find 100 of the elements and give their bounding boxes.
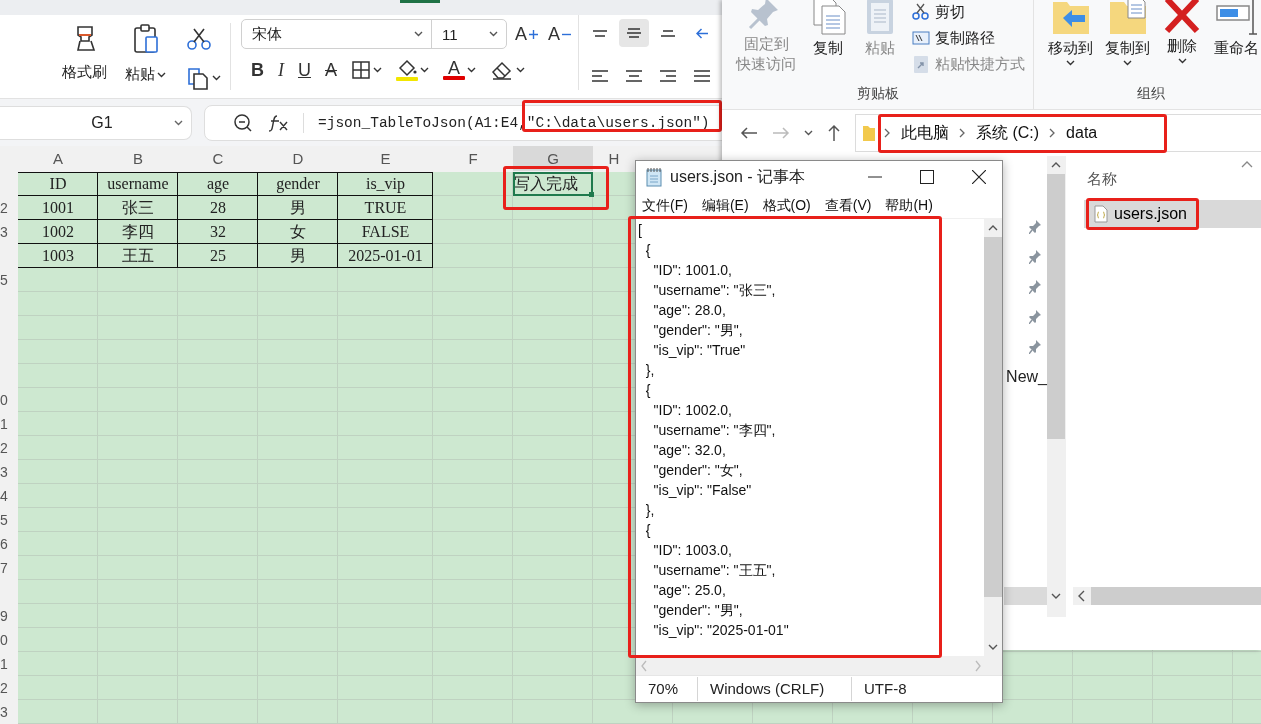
text-line: "gender": "女", bbox=[652, 461, 744, 480]
copy-path-button[interactable]: 复制路径 bbox=[912, 26, 1025, 50]
name-box[interactable]: G1 bbox=[0, 105, 192, 140]
breadcrumb[interactable]: data bbox=[1066, 124, 1098, 142]
copy-icon bbox=[186, 65, 210, 92]
copy-to-button[interactable]: 复制到 bbox=[1105, 0, 1150, 66]
row-number[interactable]: 4 bbox=[0, 488, 8, 504]
row-number[interactable]: 5 bbox=[0, 272, 8, 288]
text-line: }, bbox=[644, 361, 656, 380]
up-button[interactable] bbox=[827, 124, 841, 142]
row-number[interactable]: 3 bbox=[0, 464, 8, 480]
rename-button[interactable]: 重命名 bbox=[1214, 0, 1259, 58]
paint-bucket-icon bbox=[396, 59, 418, 78]
format-painter-button[interactable]: 格式刷 bbox=[62, 23, 107, 91]
text-line: }, bbox=[644, 501, 656, 520]
bold-button[interactable]: B bbox=[249, 57, 266, 83]
scrollbar[interactable] bbox=[1047, 156, 1065, 617]
column-header[interactable]: F bbox=[433, 146, 513, 171]
column-header[interactable]: B bbox=[98, 146, 178, 171]
nav-item[interactable]: New_ bbox=[1006, 368, 1047, 386]
text-line: "is_vip": "True" bbox=[652, 341, 747, 360]
move-to-button[interactable]: 移动到 bbox=[1048, 0, 1093, 66]
table-cell[interactable]: 写入完成 bbox=[513, 172, 593, 196]
json-file-icon bbox=[1094, 205, 1108, 223]
scrollbar[interactable] bbox=[984, 219, 1002, 656]
text-line: [ bbox=[638, 221, 643, 240]
font-name-dropdown[interactable]: 宋体 bbox=[242, 20, 432, 49]
menu-item[interactable]: 编辑(E) bbox=[701, 196, 749, 215]
plus-icon bbox=[529, 29, 538, 39]
chevron-icon bbox=[884, 128, 891, 138]
table-cell: 1002 bbox=[18, 220, 98, 244]
underline-button[interactable]: U bbox=[296, 57, 313, 83]
table-cell: 25 bbox=[178, 244, 258, 268]
row-number[interactable]: 0 bbox=[0, 392, 8, 408]
row-number[interactable]: 1 bbox=[0, 416, 8, 432]
text-line: "age": 28.0, bbox=[652, 301, 727, 320]
menu-item[interactable]: 帮助(H) bbox=[885, 196, 933, 215]
sort-caret-icon bbox=[1241, 160, 1253, 168]
font-color-button[interactable]: A bbox=[441, 58, 478, 83]
paste-button[interactable]: 粘贴 bbox=[125, 23, 166, 91]
recent-button[interactable] bbox=[804, 130, 813, 136]
row-number[interactable]: 2 bbox=[0, 440, 8, 456]
fill-handle[interactable] bbox=[589, 192, 594, 197]
column-header[interactable]: A bbox=[18, 146, 98, 171]
table-cell: 1001 bbox=[18, 196, 98, 220]
row-number[interactable]: 3 bbox=[0, 224, 8, 240]
chevron-left-icon bbox=[640, 659, 648, 672]
cut-button[interactable]: 剪切 bbox=[912, 0, 1025, 24]
arrow-up-icon bbox=[827, 124, 841, 142]
text-line: "is_vip": "False" bbox=[652, 481, 753, 500]
column-header[interactable]: E bbox=[338, 146, 433, 171]
breadcrumb[interactable]: 此电脑 bbox=[901, 122, 949, 144]
column-header[interactable]: C bbox=[178, 146, 258, 171]
grid-icon bbox=[351, 60, 371, 81]
caret-icon bbox=[489, 31, 498, 38]
arrow-right-icon bbox=[772, 126, 790, 140]
breadcrumb[interactable]: 系统 (C:) bbox=[976, 122, 1040, 144]
scrollbar[interactable] bbox=[636, 656, 1002, 675]
zoom-icon[interactable] bbox=[233, 112, 253, 133]
copy-button[interactable]: 复制 bbox=[808, 0, 848, 58]
row-number[interactable]: 5 bbox=[0, 512, 8, 528]
italic-button[interactable]: I bbox=[276, 57, 286, 83]
text-line: "username": "张三", bbox=[652, 281, 777, 300]
increase-font-button[interactable]: A bbox=[513, 21, 540, 47]
delete-button[interactable]: 删除 bbox=[1162, 0, 1202, 64]
fill-color-button[interactable] bbox=[394, 57, 431, 84]
text-line: { bbox=[644, 521, 652, 540]
table-cell: gender bbox=[258, 172, 338, 196]
decrease-font-button[interactable]: A bbox=[546, 21, 574, 47]
row-number[interactable]: 0 bbox=[0, 632, 8, 648]
row-number[interactable]: 3 bbox=[0, 704, 8, 720]
caret-icon bbox=[174, 119, 183, 126]
row-number[interactable]: 2 bbox=[0, 200, 8, 216]
column-header[interactable]: H bbox=[593, 146, 635, 171]
scrollbar[interactable] bbox=[1073, 587, 1261, 605]
scrollbar[interactable] bbox=[1004, 587, 1047, 605]
text-line: { bbox=[644, 241, 652, 260]
align-middle-button[interactable] bbox=[619, 19, 649, 48]
strike-button[interactable]: A bbox=[323, 57, 339, 83]
address-bar[interactable]: 此电脑 系统 (C:) data bbox=[855, 114, 1261, 152]
row-number[interactable]: 7 bbox=[0, 560, 8, 576]
row-number[interactable]: 9 bbox=[0, 608, 8, 624]
column-header[interactable]: D bbox=[258, 146, 338, 171]
font-size-dropdown[interactable]: 11 bbox=[432, 20, 506, 49]
table-cell: 32 bbox=[178, 220, 258, 244]
status-text: Windows (CRLF) bbox=[698, 677, 852, 701]
menu-item[interactable]: 查看(V) bbox=[824, 196, 872, 215]
row-number[interactable]: 2 bbox=[0, 680, 8, 696]
text-line: "age": 32.0, bbox=[652, 441, 727, 460]
status-text: 70% bbox=[636, 677, 698, 701]
column-header[interactable]: 名称 bbox=[1087, 167, 1117, 189]
back-button[interactable] bbox=[740, 126, 758, 140]
file-item[interactable]: users.json bbox=[1084, 200, 1261, 228]
menu-item[interactable]: 格式(O) bbox=[762, 196, 811, 215]
text-line: "gender": "男", bbox=[652, 601, 744, 620]
menu-item[interactable]: 文件(F) bbox=[642, 196, 688, 215]
row-number[interactable]: 6 bbox=[0, 536, 8, 552]
table-cell: ID bbox=[18, 172, 98, 196]
table-cell: 1003 bbox=[18, 244, 98, 268]
row-number[interactable]: 1 bbox=[0, 656, 8, 672]
